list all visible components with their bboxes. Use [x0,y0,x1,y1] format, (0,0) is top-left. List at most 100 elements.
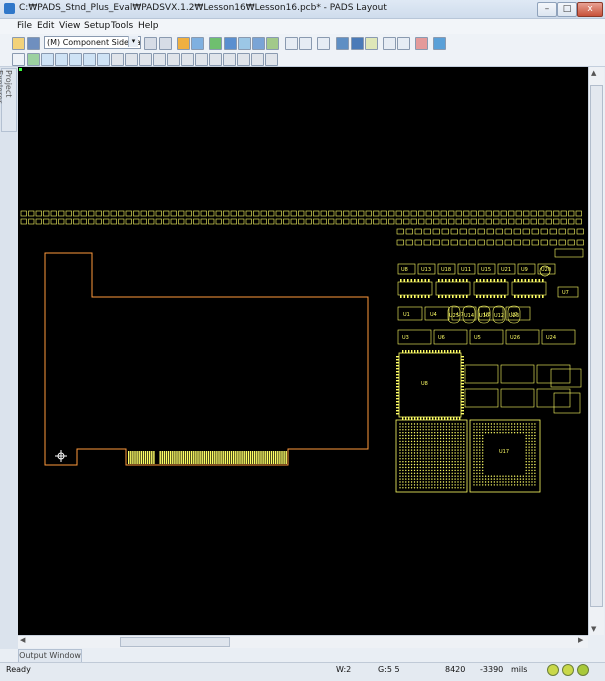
pcb-canvas[interactable]: U8 U13 U18 U11 U15 U21 U9 U20 U7 U1 U4 U7 U3 U2 U25 U14… [18,67,588,635]
menu-help[interactable]: Help [138,21,159,31]
dynamic-route-icon[interactable] [55,53,68,66]
horizontal-scrollbar[interactable] [18,635,588,648]
close-button[interactable]: x [577,2,603,17]
drc-icon[interactable] [415,37,428,50]
maximize-button[interactable]: □ [557,2,577,17]
minimize-button[interactable]: – [537,2,557,17]
layer-select[interactable]: (M) Component Side Layer [44,36,141,49]
bga-ball [534,481,536,483]
router-link-icon[interactable] [433,37,446,50]
sort-icon[interactable] [237,53,250,66]
split-icon[interactable] [195,53,208,66]
connector-finger [264,451,266,464]
cam-icon[interactable] [397,37,410,50]
output-window-tab[interactable]: Output Window [18,649,82,663]
spin-icon[interactable] [111,53,124,66]
passive-part [478,210,485,217]
bga-ball [454,449,456,451]
ic-pin [445,279,447,282]
ic-pin [528,279,530,282]
select-arrow-icon[interactable] [12,53,25,66]
bga-ball [482,443,484,445]
menu-edit[interactable]: Edit [37,21,54,31]
bga-ball [402,452,404,454]
save-icon[interactable] [27,37,40,50]
bga-ball [479,484,481,486]
scroll-down-icon[interactable]: ▼ [591,625,596,633]
bga-ball [493,481,495,483]
add-via-icon[interactable] [83,53,96,66]
rotate-icon[interactable] [125,53,138,66]
search-icon[interactable] [317,37,330,50]
bga-ball [399,475,401,477]
align-icon[interactable] [209,53,222,66]
part-designator: U8 [421,381,428,387]
highlight-icon[interactable] [365,37,378,50]
drafting-icon[interactable] [191,37,204,50]
swap-icon[interactable] [153,53,166,66]
bga-ball [422,426,424,428]
menu-tools[interactable]: Tools [111,21,133,31]
scroll-up-icon[interactable]: ▲ [591,69,596,77]
grid-icon[interactable] [224,37,237,50]
bga-ball [525,423,527,425]
bga-ball [525,443,527,445]
route-tool-icon[interactable] [41,53,54,66]
chevron-down-icon[interactable]: ▾ [128,36,138,47]
bga-ball [442,475,445,477]
board-outline [44,252,369,466]
display-icon[interactable] [238,37,251,50]
menu-view[interactable]: View [59,21,80,31]
bga-ball [425,452,427,454]
bga-ball [402,466,404,469]
miter-icon[interactable] [181,53,194,66]
cluster-icon[interactable] [266,37,279,50]
bga-ball [511,475,513,477]
bga-ball [451,446,453,448]
bga-ball [442,455,445,457]
bga-ball [460,434,462,437]
move-icon[interactable] [27,53,40,66]
pour-icon[interactable] [351,37,364,50]
menu-file[interactable]: File [17,21,32,31]
vertical-scroll-thumb[interactable] [590,85,603,607]
passive-part [485,218,492,225]
bga-ball [410,440,413,443]
redo-icon[interactable] [299,37,312,50]
layers-icon[interactable] [144,37,157,50]
properties-icon[interactable] [265,53,278,66]
bga-ball [487,432,490,434]
bga-ball [437,469,439,472]
qfp-pin [461,398,464,400]
passive-part [208,210,215,217]
ic-pin [414,295,416,298]
refresh-icon[interactable] [159,37,172,50]
route-icon[interactable] [209,37,222,50]
stretch-icon[interactable] [97,53,110,66]
qfp-pin [435,417,437,420]
measure-icon[interactable] [252,37,265,50]
open-folder-icon[interactable] [12,37,25,50]
horizontal-scroll-thumb[interactable] [120,637,230,647]
design-icon[interactable] [177,37,190,50]
passive-part [448,218,455,225]
length-icon[interactable] [167,53,180,66]
passive-part [20,218,27,225]
flip-icon[interactable] [139,53,152,66]
bga-ball [451,455,453,457]
bga-ball [463,487,465,489]
bga-ball [460,475,462,477]
bga-ball [425,426,427,428]
bga-ball [439,484,442,486]
bga-ball [457,481,459,483]
scroll-left-icon[interactable]: ◀ [20,636,25,644]
verify-icon[interactable] [336,37,349,50]
distribute-icon[interactable] [223,53,236,66]
ic-pin [497,295,499,298]
report-icon[interactable] [383,37,396,50]
menu-setup[interactable]: Setup [84,21,110,31]
scroll-right-icon[interactable]: ▶ [578,636,583,644]
undo-icon[interactable] [285,37,298,50]
radial-icon[interactable] [251,53,264,66]
bus-route-icon[interactable] [69,53,82,66]
